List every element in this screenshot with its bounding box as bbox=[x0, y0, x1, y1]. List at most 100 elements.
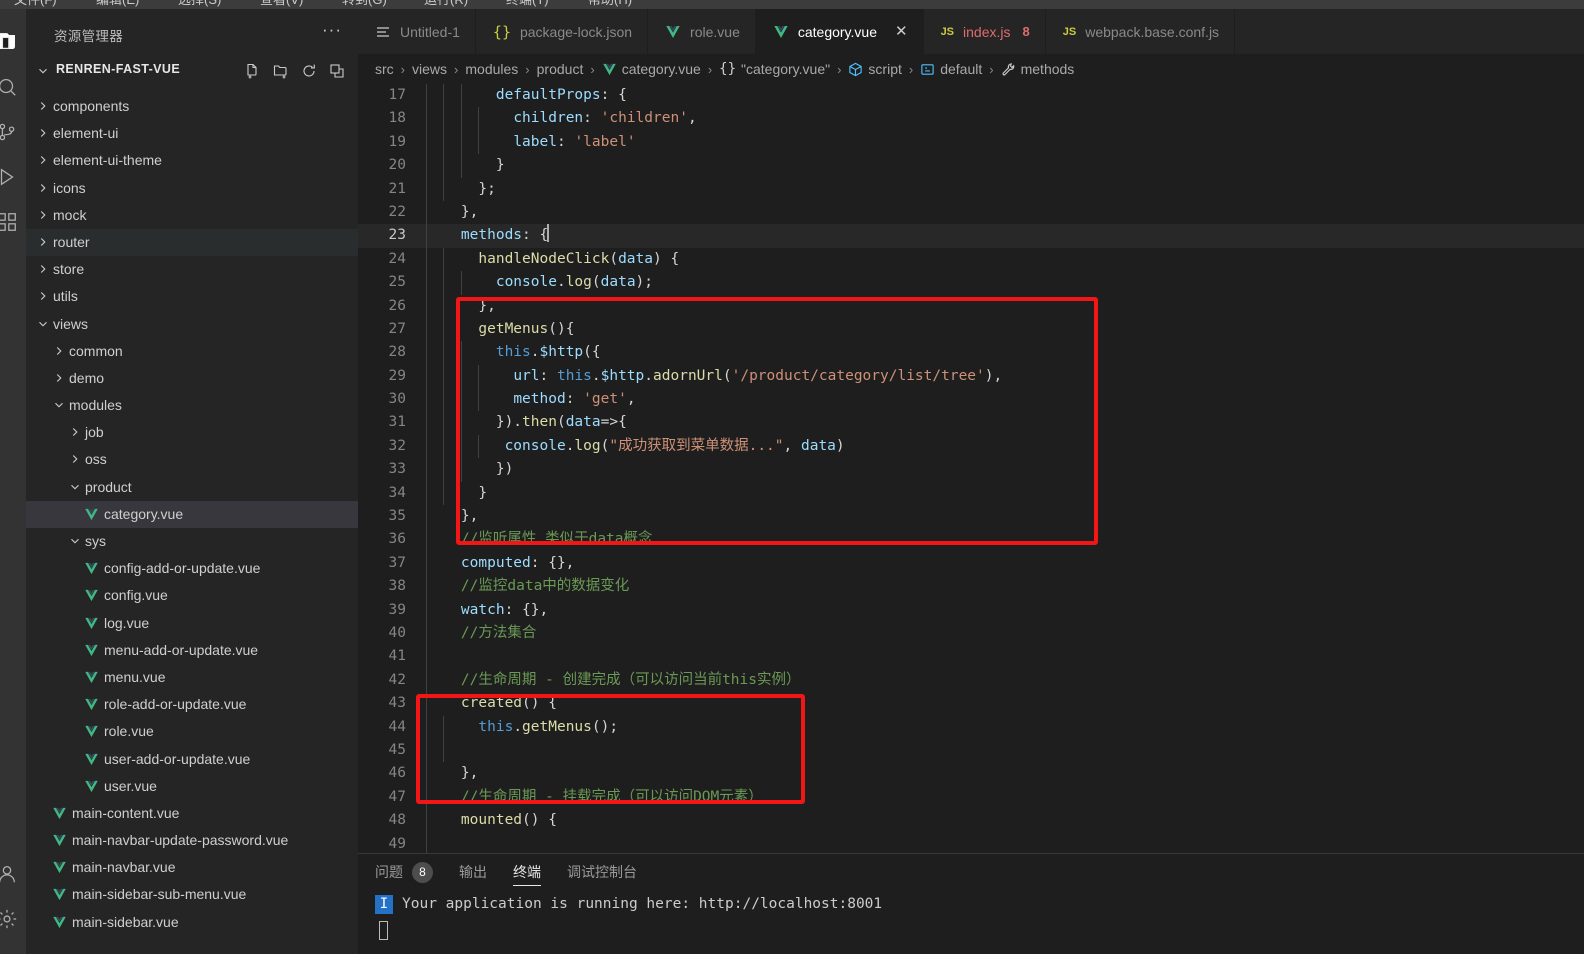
code-line[interactable]: 23 methods: { bbox=[358, 224, 1584, 248]
tree-file-row[interactable]: category.vue bbox=[26, 500, 358, 528]
editor-tab[interactable]: JS webpack.base.conf.js bbox=[1046, 9, 1236, 54]
tree-folder-row[interactable]: job bbox=[26, 419, 358, 446]
tree-folder-row[interactable]: demo bbox=[26, 365, 358, 392]
tree-folder-row[interactable]: mock bbox=[26, 202, 358, 229]
breadcrumb-item[interactable]: product bbox=[537, 61, 584, 77]
search-icon[interactable] bbox=[0, 72, 22, 102]
tree-file-row[interactable]: role-add-or-update.vue bbox=[26, 691, 358, 718]
tree-file-row[interactable]: config-add-or-update.vue bbox=[26, 555, 358, 582]
tree-folder-row[interactable]: sys bbox=[26, 528, 358, 555]
new-file-icon[interactable] bbox=[242, 60, 264, 82]
code-line[interactable]: 37 computed: {}, bbox=[358, 551, 1584, 576]
editor-tab[interactable]: category.vue ✕ bbox=[755, 9, 924, 54]
code-line[interactable]: 19 label: 'label' bbox=[358, 130, 1584, 155]
collapse-all-icon[interactable] bbox=[326, 60, 348, 82]
tree-file-row[interactable]: main-sidebar-sub-menu.vue bbox=[26, 881, 358, 908]
menu-item-2[interactable]: 选择(S) bbox=[178, 0, 221, 8]
tree-folder-row[interactable]: element-ui bbox=[26, 120, 358, 147]
refresh-icon[interactable] bbox=[298, 60, 320, 82]
workspace-root-row[interactable]: RENREN-FAST-VUE bbox=[26, 59, 358, 83]
code-line[interactable]: 17 defaultProps: { bbox=[358, 84, 1584, 108]
code-line[interactable]: 34 } bbox=[358, 481, 1584, 506]
panel-tab[interactable]: 终端 bbox=[513, 854, 541, 891]
code-line[interactable]: 45 bbox=[358, 738, 1584, 763]
tree-file-row[interactable]: config.vue bbox=[26, 582, 358, 609]
tree-folder-row[interactable]: oss bbox=[26, 446, 358, 473]
code-line[interactable]: 41 bbox=[358, 645, 1584, 669]
menu-item-4[interactable]: 转到(G) bbox=[342, 0, 387, 8]
tree-folder-row[interactable]: icons bbox=[26, 175, 358, 202]
tree-file-row[interactable]: main-navbar.vue bbox=[26, 854, 358, 881]
source-control-icon[interactable] bbox=[0, 117, 22, 147]
code-line[interactable]: 36 //监听属性 类似于data概念 bbox=[358, 528, 1584, 552]
tree-file-row[interactable]: user-add-or-update.vue bbox=[26, 746, 358, 773]
code-line[interactable]: 42 //生命周期 - 创建完成（可以访问当前this实例） bbox=[358, 668, 1584, 693]
tree-folder-row[interactable]: product bbox=[26, 474, 358, 501]
menu-item-7[interactable]: 帮助(H) bbox=[588, 0, 632, 8]
code-line[interactable]: 18 children: 'children', bbox=[358, 107, 1584, 131]
sidebar-more-actions-button[interactable]: ··· bbox=[322, 21, 342, 38]
code-line[interactable]: 32 console.log("成功获取到菜单数据...", data) bbox=[358, 434, 1584, 459]
code-line[interactable]: 20 } bbox=[358, 154, 1584, 178]
tree-file-row[interactable]: log.vue bbox=[26, 610, 358, 637]
tree-file-row[interactable]: main-sidebar.vue bbox=[26, 909, 358, 936]
tree-folder-row[interactable]: common bbox=[26, 338, 358, 365]
menu-item-5[interactable]: 运行(R) bbox=[424, 0, 468, 8]
breadcrumb-item[interactable]: methods bbox=[1001, 61, 1074, 77]
code-line[interactable]: 44 this.getMenus(); bbox=[358, 715, 1584, 739]
breadcrumb-item[interactable]: {} "category.vue" bbox=[719, 61, 830, 77]
code-line[interactable]: 47 //生命周期 - 挂载完成（可以访问DOM元素） bbox=[358, 785, 1584, 810]
tree-file-row[interactable]: user.vue bbox=[26, 773, 358, 800]
code-line[interactable]: 43 created() { bbox=[358, 692, 1584, 716]
code-line[interactable]: 35 }, bbox=[358, 505, 1584, 529]
tree-file-row[interactable]: role.vue bbox=[26, 718, 358, 745]
close-icon[interactable]: ✕ bbox=[895, 24, 908, 39]
code-line[interactable]: 38 //监控data中的数据变化 bbox=[358, 575, 1584, 599]
tree-folder-row[interactable]: element-ui-theme bbox=[26, 147, 358, 174]
extensions-icon[interactable] bbox=[0, 207, 22, 237]
breadcrumb-item[interactable]: views bbox=[412, 61, 447, 77]
breadcrumb-item[interactable]: modules bbox=[465, 61, 518, 77]
menu-item-0[interactable]: 文件(F) bbox=[14, 0, 57, 8]
code-line[interactable]: 22 }, bbox=[358, 200, 1584, 225]
menu-item-6[interactable]: 终端(T) bbox=[506, 0, 549, 8]
tree-folder-row[interactable]: modules bbox=[26, 392, 358, 419]
tree-file-row[interactable]: main-navbar-update-password.vue bbox=[26, 827, 358, 854]
tree-folder-row[interactable]: store bbox=[26, 256, 358, 283]
run-debug-icon[interactable] bbox=[0, 162, 22, 192]
code-line[interactable]: 33 }) bbox=[358, 458, 1584, 482]
panel-tab[interactable]: 问题 8 bbox=[375, 854, 433, 891]
panel-tab[interactable]: 调试控制台 bbox=[567, 854, 637, 891]
tree-folder-row[interactable]: router bbox=[26, 228, 358, 257]
code-line[interactable]: 39 watch: {}, bbox=[358, 598, 1584, 622]
tree-file-row[interactable]: menu.vue bbox=[26, 664, 358, 691]
account-icon[interactable] bbox=[0, 859, 22, 889]
menu-item-3[interactable]: 查看(V) bbox=[260, 0, 303, 8]
code-line[interactable]: 24 handleNodeClick(data) { bbox=[358, 247, 1584, 272]
code-line[interactable]: 29 url: this.$http.adornUrl('/product/ca… bbox=[358, 364, 1584, 389]
menu-item-1[interactable]: 编辑(E) bbox=[96, 0, 139, 8]
code-line[interactable]: 46 }, bbox=[358, 762, 1584, 786]
code-line[interactable]: 28 this.$http({ bbox=[358, 341, 1584, 365]
code-line[interactable]: 31 }).then(data=>{ bbox=[358, 411, 1584, 435]
breadcrumb-item[interactable]: src bbox=[375, 61, 394, 77]
tree-folder-row[interactable]: components bbox=[26, 93, 358, 120]
tree-folder-row[interactable]: utils bbox=[26, 283, 358, 310]
tree-file-row[interactable]: main-content.vue bbox=[26, 800, 358, 827]
code-line[interactable]: 48 mounted() { bbox=[358, 809, 1584, 833]
breadcrumb-item[interactable]: category.vue bbox=[602, 61, 701, 77]
file-tree[interactable]: components element-ui element-ui-theme icon… bbox=[26, 93, 358, 954]
panel-tab[interactable]: 输出 bbox=[459, 854, 487, 891]
code-editor[interactable]: 17 defaultProps: {18 children: 'children… bbox=[358, 84, 1584, 862]
editor-tab[interactable]: {} package-lock.json bbox=[476, 9, 649, 54]
breadcrumb-item[interactable]: default bbox=[920, 61, 982, 77]
settings-gear-icon[interactable] bbox=[0, 904, 22, 934]
code-line[interactable]: 26 }, bbox=[358, 294, 1584, 318]
tree-folder-row[interactable]: views bbox=[26, 311, 358, 338]
code-line[interactable]: 40 //方法集合 bbox=[358, 621, 1584, 646]
code-line[interactable]: 27 getMenus(){ bbox=[358, 317, 1584, 342]
editor-tab[interactable]: role.vue bbox=[648, 9, 756, 54]
editor-tab[interactable]: JS index.js 8 bbox=[924, 9, 1046, 54]
explorer-icon[interactable] bbox=[0, 27, 22, 57]
tree-file-row[interactable]: menu-add-or-update.vue bbox=[26, 637, 358, 664]
